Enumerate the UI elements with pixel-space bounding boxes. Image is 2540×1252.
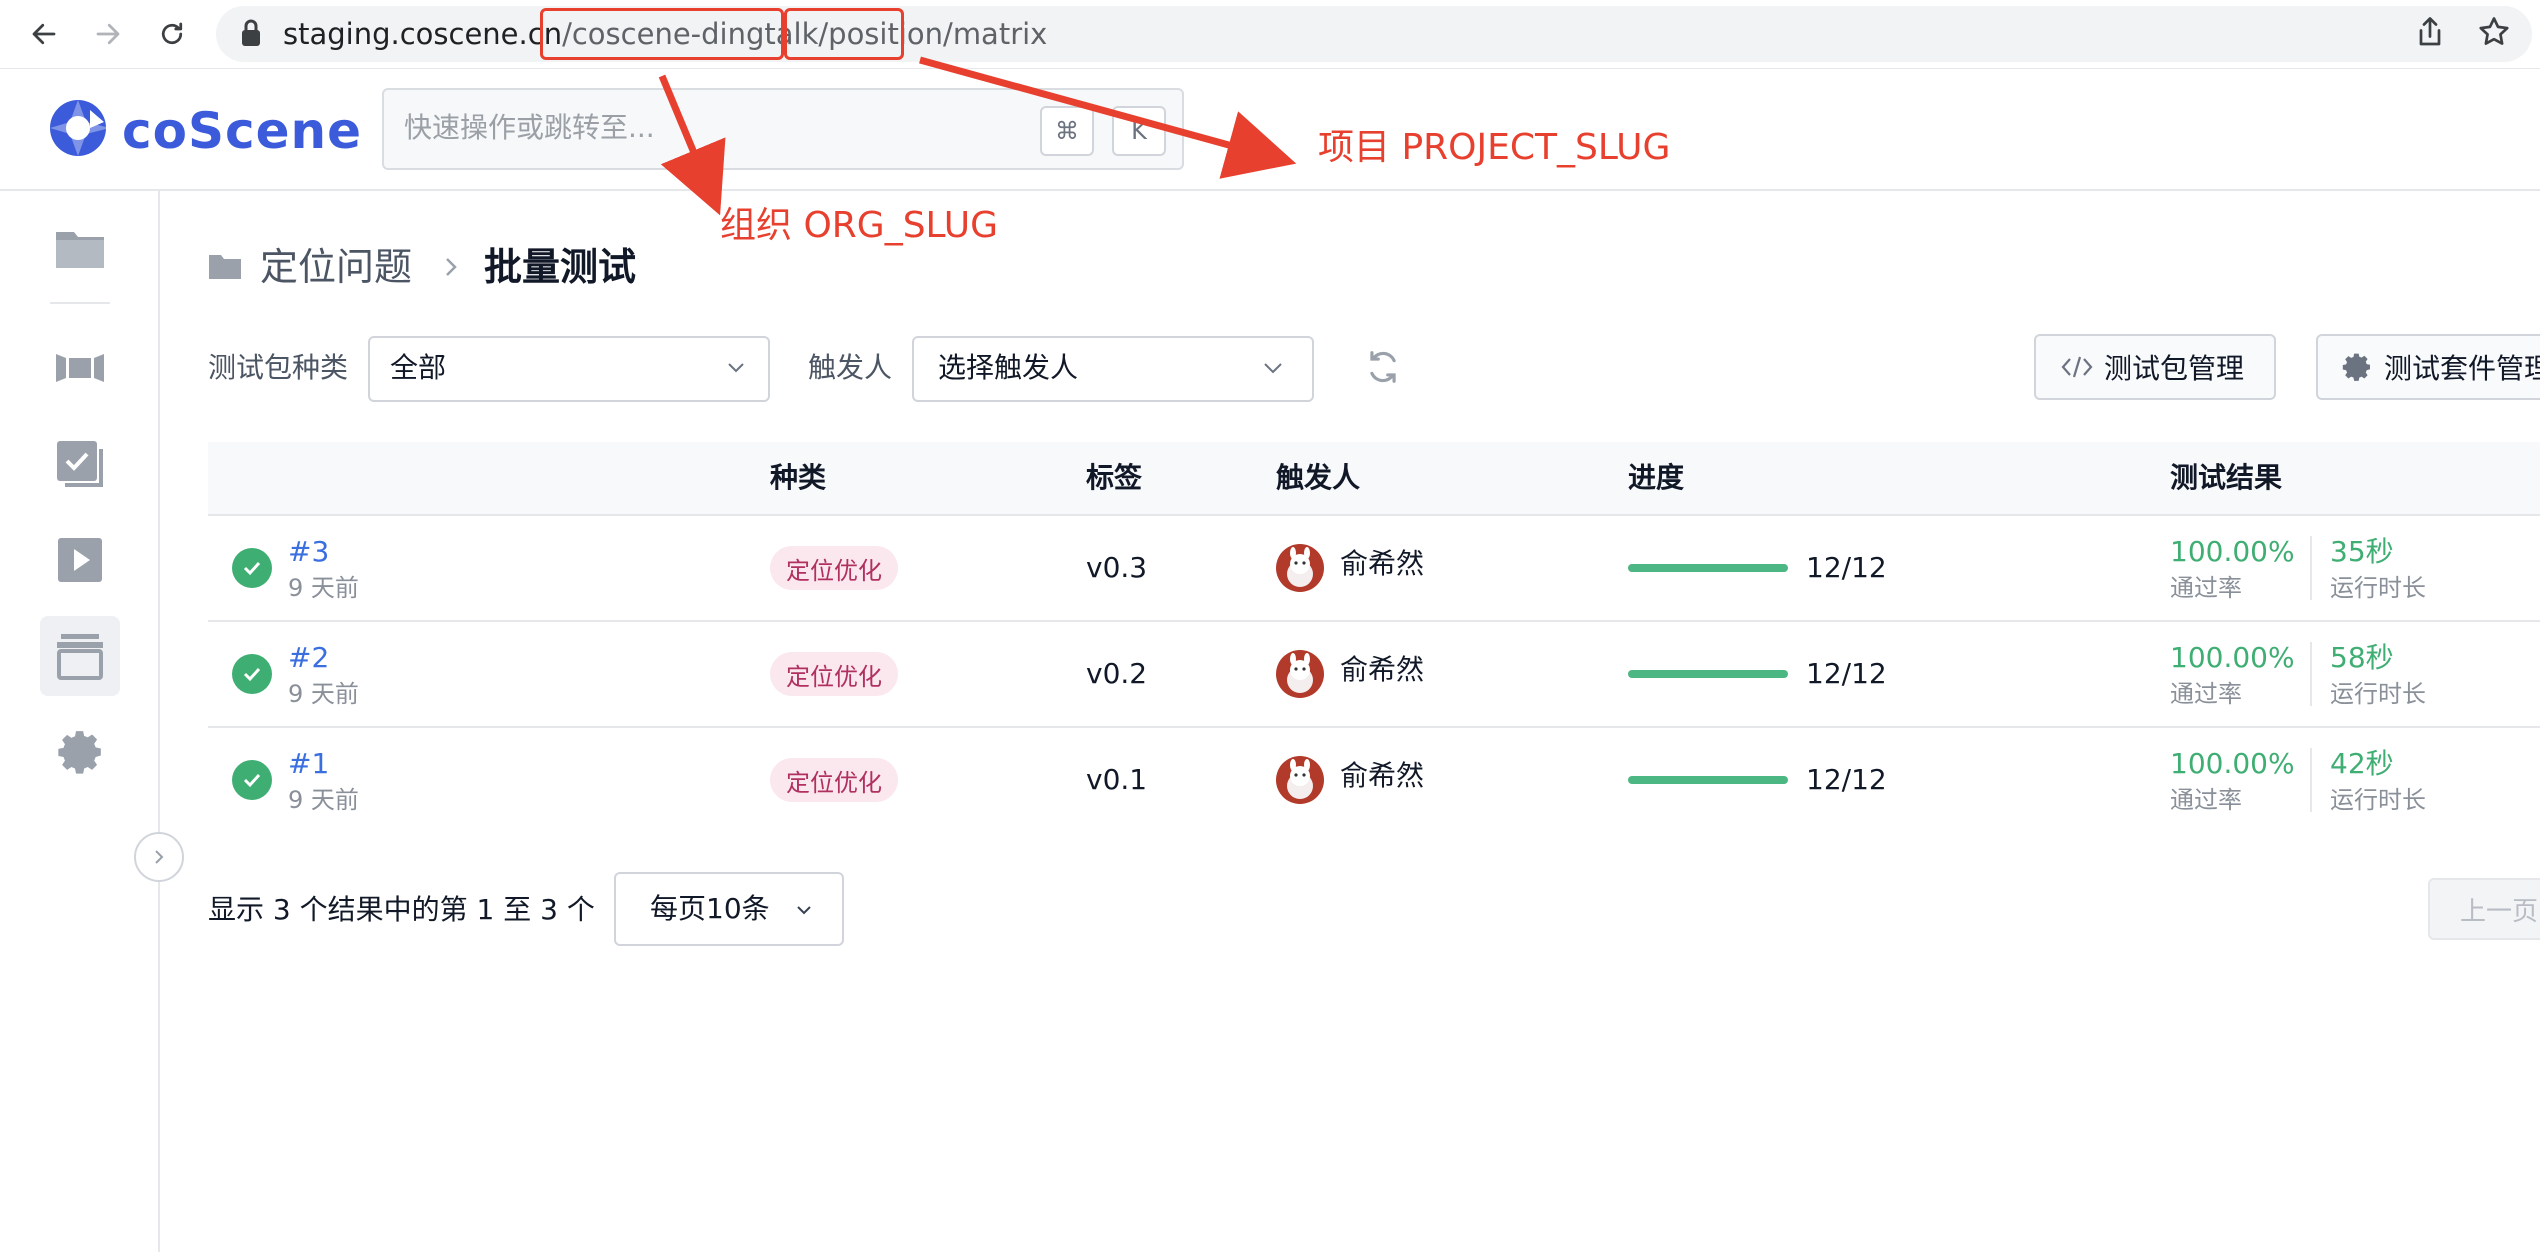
org-annotation-arrow [658,74,726,216]
annotation-arrows [658,56,1297,216]
project-annotation-arrow [919,56,1297,179]
project-slug-annotation: 项目 PROJECT_SLUG [1318,127,1671,168]
org-slug-annotation: 组织 ORG_SLUG [720,205,999,246]
